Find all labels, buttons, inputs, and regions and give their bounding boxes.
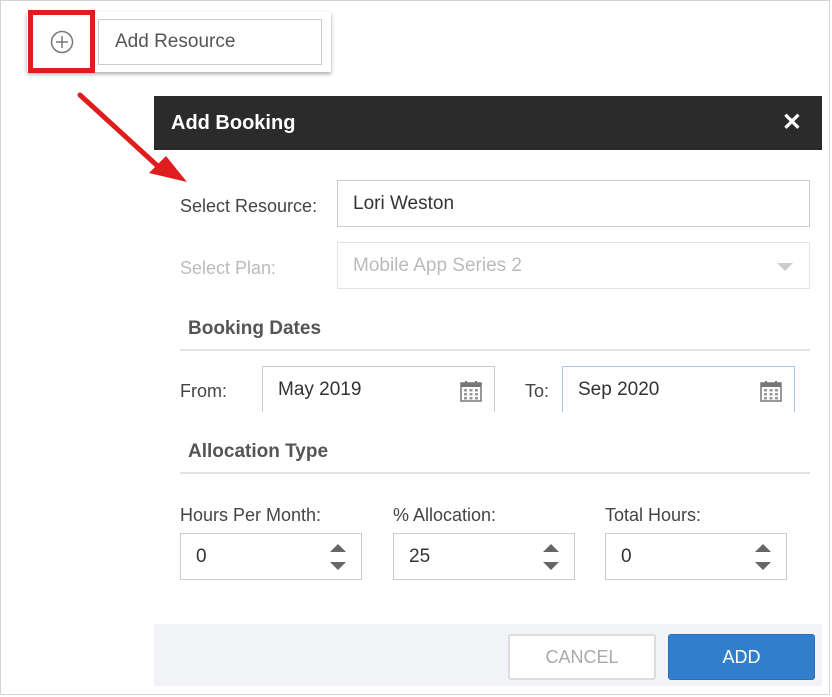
red-arrow-annotation — [77, 92, 187, 182]
